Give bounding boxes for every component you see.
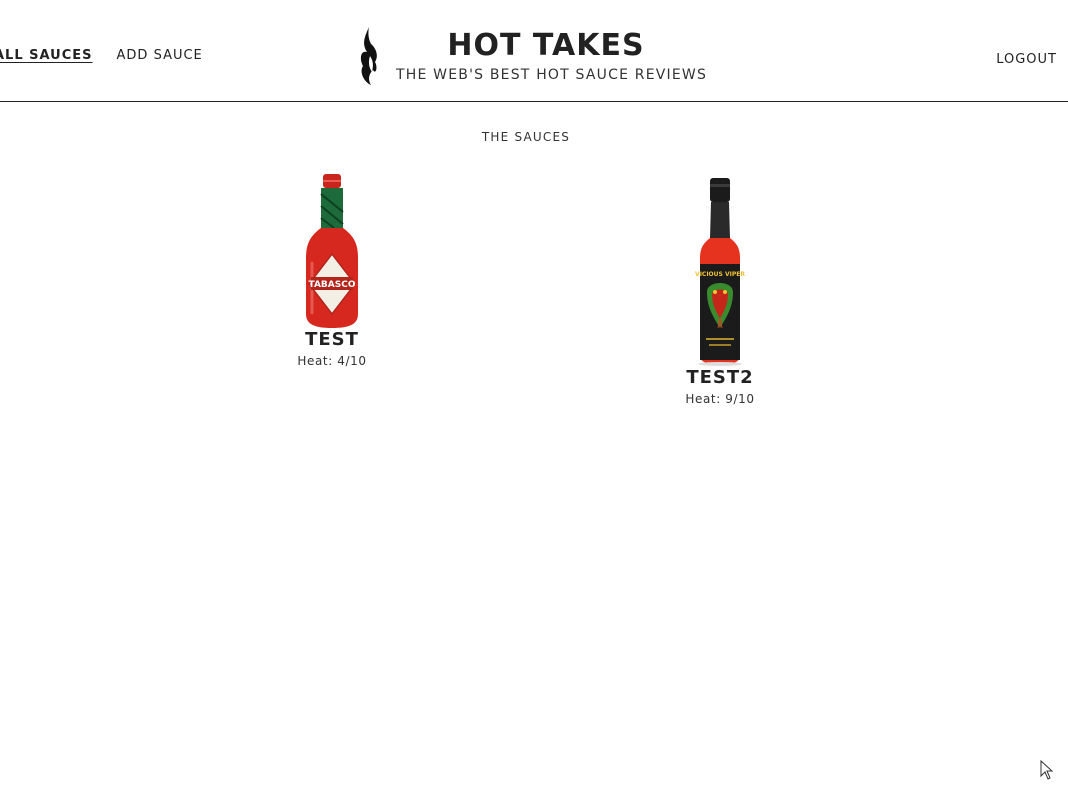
app: ALL SAUCES ADD SAUCE HOT TAKES THE WEB'S… — [0, 0, 1068, 787]
sauce-name: TEST — [305, 329, 359, 350]
sauce-image-vicious-viper: VICIOUS VIPER — [695, 178, 745, 366]
sauce-card[interactable]: TABASCO TEST Heat: 4/10 — [272, 172, 392, 368]
user-nav: LOGOUT — [996, 48, 1057, 67]
sauce-image-tabasco: TABASCO — [306, 174, 358, 328]
sauce-name: TEST2 — [686, 367, 754, 388]
sauce-heat: Heat: 4/10 — [297, 354, 367, 368]
brand[interactable]: HOT TAKES THE WEB'S BEST HOT SAUCE REVIE… — [358, 26, 718, 86]
site-title: HOT TAKES — [447, 28, 645, 63]
sauce-card[interactable]: VICIOUS VIPER TEST2 Heat: 9/10 — [660, 176, 780, 406]
section-title: THE SAUCES — [481, 130, 571, 144]
bottle-label-text: VICIOUS VIPER — [695, 271, 745, 278]
bottle-label-text: TABASCO — [309, 280, 356, 290]
nav-add-sauce[interactable]: ADD SAUCE — [117, 48, 203, 63]
site-subtitle: THE WEB'S BEST HOT SAUCE REVIEWS — [396, 67, 708, 83]
mouse-cursor-icon — [1040, 760, 1054, 780]
sauce-heat: Heat: 9/10 — [685, 392, 755, 406]
main-nav: ALL SAUCES ADD SAUCE — [0, 48, 203, 63]
header: ALL SAUCES ADD SAUCE HOT TAKES THE WEB'S… — [0, 0, 1068, 102]
nav-all-sauces[interactable]: ALL SAUCES — [0, 48, 93, 63]
logout-link[interactable]: LOGOUT — [996, 52, 1057, 67]
